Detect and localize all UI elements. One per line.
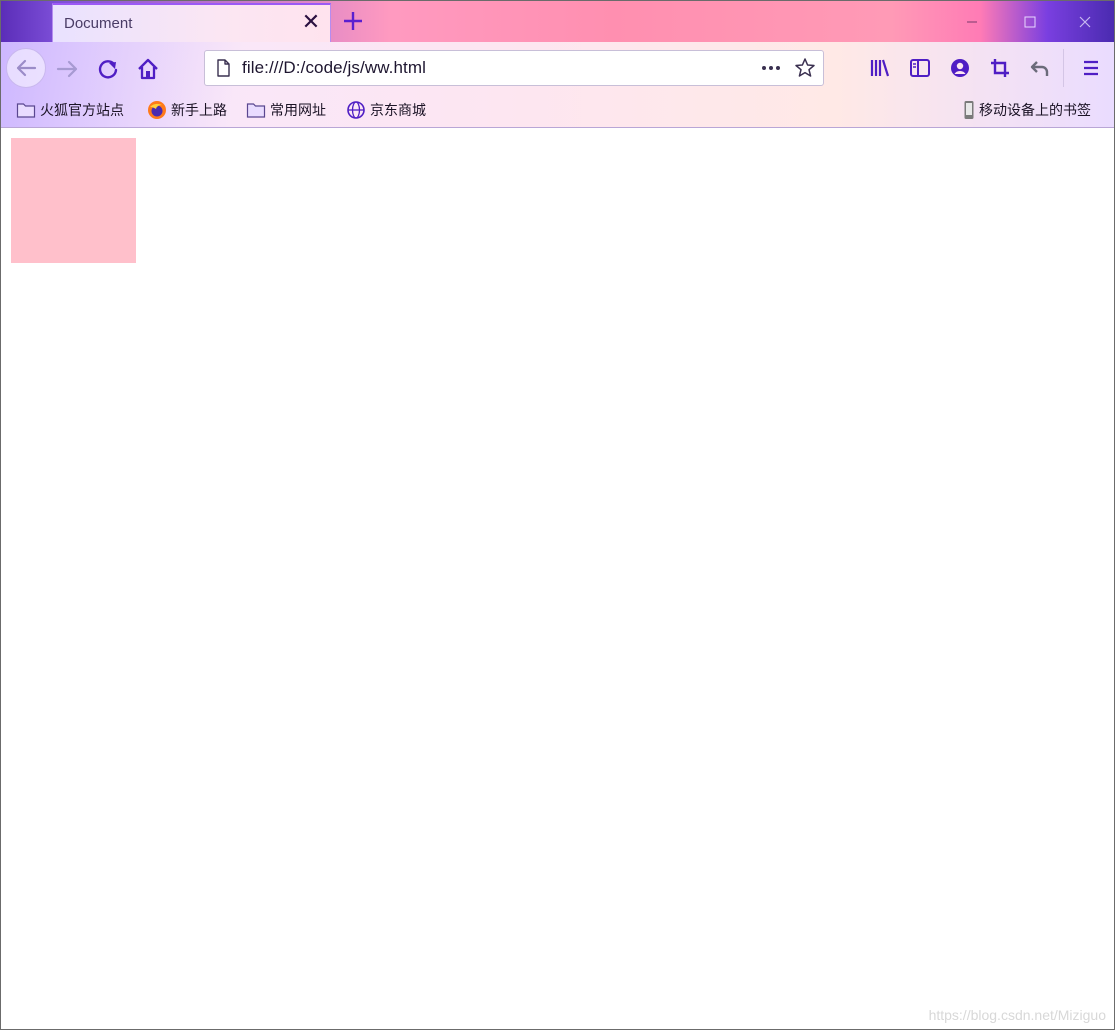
close-icon[interactable] <box>1072 9 1098 35</box>
reload-icon[interactable] <box>91 52 125 86</box>
tab-title: Document <box>64 15 133 32</box>
sidebar-icon[interactable] <box>908 56 932 80</box>
tab-document[interactable]: Document ✕ <box>52 3 331 42</box>
page-actions-icon[interactable] <box>757 58 785 78</box>
tab-close-icon[interactable]: ✕ <box>300 11 322 35</box>
bookmark-label: 新手上路 <box>171 103 227 119</box>
page-content: https://blog.csdn.net/Miziguo <box>1 128 1114 1029</box>
bookmark-item[interactable]: 火狐官方站点 <box>16 99 124 121</box>
forward-icon[interactable] <box>51 52 85 86</box>
phone-icon <box>964 101 974 119</box>
folder-icon <box>16 103 36 118</box>
url-bar[interactable]: file:///D:/code/js/ww.html <box>204 50 824 86</box>
home-icon[interactable] <box>131 52 165 86</box>
bookmark-item[interactable]: 京东商城 <box>346 99 426 121</box>
firefox-icon <box>148 101 166 119</box>
bookmark-star-icon[interactable] <box>793 56 817 80</box>
pink-box <box>11 138 136 263</box>
toolbar-separator <box>1063 49 1064 87</box>
bookmark-item[interactable]: 常用网址 <box>246 99 326 121</box>
undo-icon[interactable] <box>1028 56 1052 80</box>
browser-window: Document ✕ file:///D:/code/js/ww.html 火狐… <box>0 0 1115 1030</box>
globe-icon <box>347 101 365 119</box>
screenshot-icon[interactable] <box>988 56 1012 80</box>
menu-icon[interactable] <box>1079 56 1103 80</box>
bookmark-label: 移动设备上的书签 <box>979 103 1091 119</box>
bookmark-label: 常用网址 <box>270 103 326 119</box>
bookmark-item[interactable]: 新手上路 <box>147 99 227 121</box>
maximize-icon[interactable] <box>1017 9 1043 35</box>
url-text[interactable]: file:///D:/code/js/ww.html <box>242 58 426 78</box>
minimize-icon[interactable] <box>959 9 985 35</box>
watermark: https://blog.csdn.net/Miziguo <box>928 1007 1106 1023</box>
page-icon <box>217 59 230 77</box>
browser-chrome: Document ✕ file:///D:/code/js/ww.html 火狐… <box>1 1 1114 128</box>
mobile-bookmarks[interactable]: 移动设备上的书签 <box>963 99 1091 121</box>
new-tab-icon[interactable] <box>339 7 367 35</box>
library-icon[interactable] <box>868 56 892 80</box>
back-button[interactable] <box>6 48 46 88</box>
bookmark-label: 京东商城 <box>370 103 426 119</box>
bookmark-label: 火狐官方站点 <box>40 103 124 119</box>
folder-icon <box>246 103 266 118</box>
back-icon <box>16 59 37 77</box>
account-icon[interactable] <box>948 56 972 80</box>
